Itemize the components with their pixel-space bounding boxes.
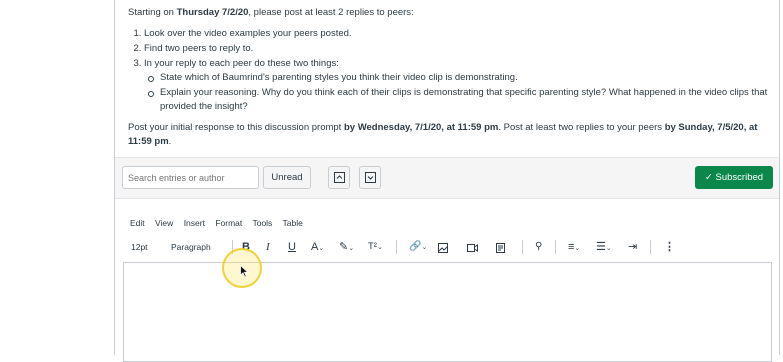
- collapse-replies-button[interactable]: [328, 166, 350, 189]
- initial-deadline: by Wednesday, 7/1/20, at 11:59 pm: [343, 122, 499, 133]
- starting-prefix: Starting on: [128, 7, 177, 18]
- check-icon: ✓: [704, 172, 716, 183]
- rich-text-editor[interactable]: [123, 262, 772, 362]
- toolbar-divider: [522, 240, 523, 254]
- mouse-pointer-icon: [240, 265, 249, 278]
- collapse-up-icon: [334, 172, 345, 183]
- substeps-list: State which of Baumrind's parenting styl…: [144, 71, 768, 114]
- step-item: Look over the video examples your peers …: [144, 27, 768, 41]
- chevron-down-icon: ⌄: [318, 245, 325, 252]
- subscribed-button[interactable]: ✓ Subscribed: [695, 166, 773, 189]
- chevron-down-icon: ⌄: [605, 245, 612, 252]
- document-glyph: [496, 242, 505, 253]
- substep-item: State which of Baumrind's parenting styl…: [148, 71, 768, 85]
- post-middle: . Post at least two replies to your peer…: [498, 122, 665, 133]
- step-item: Find two peers to reply to.: [144, 42, 768, 56]
- toolbar-divider: [650, 240, 651, 254]
- menu-view[interactable]: View: [155, 218, 173, 228]
- document-icon[interactable]: ⌄: [496, 239, 505, 268]
- chevron-down-icon: ⌄: [574, 245, 581, 252]
- toolbar-divider: [555, 240, 556, 254]
- substep-item: Explain your reasoning. Why do you think…: [148, 87, 768, 112]
- starting-line: Starting on Thursday 7/2/20, please post…: [128, 6, 768, 20]
- menu-edit[interactable]: Edit: [130, 218, 145, 228]
- image-glyph: [438, 242, 448, 253]
- search-entries-input[interactable]: [122, 166, 259, 189]
- align-icon[interactable]: ≡⌄: [568, 239, 580, 255]
- subscribed-label: Subscribed: [715, 172, 764, 183]
- steps-list: Look over the video examples your peers …: [128, 27, 768, 114]
- block-format-value: Paragraph: [171, 242, 211, 252]
- expand-down-icon: [365, 172, 376, 183]
- image-icon[interactable]: ⌄: [438, 239, 448, 268]
- content-right-border: [779, 0, 780, 355]
- menu-table[interactable]: Table: [283, 218, 303, 228]
- apps-icon[interactable]: ⚲: [535, 239, 542, 255]
- block-format-select[interactable]: Paragraph ⌄: [171, 239, 211, 268]
- editor-menubar: Edit View Insert Format Tools Table: [130, 218, 311, 228]
- post-end: .: [168, 136, 172, 147]
- step-item: In your reply to each peer do these two …: [144, 57, 768, 114]
- text-color-icon[interactable]: A⌄: [311, 239, 324, 255]
- unread-button[interactable]: Unread: [263, 166, 311, 189]
- superscript-icon[interactable]: T²⌄: [368, 239, 383, 255]
- expand-replies-button[interactable]: [359, 166, 381, 189]
- starting-date: Thursday 7/2/20: [176, 7, 249, 18]
- underline-icon[interactable]: U: [288, 239, 296, 255]
- discussion-prompt: Starting on Thursday 7/2/20, please post…: [128, 6, 768, 149]
- font-size-value: 12pt: [131, 242, 148, 252]
- chevron-down-icon: ⌄: [376, 244, 383, 251]
- bullet-list-icon[interactable]: ☰⌄: [596, 239, 612, 255]
- media-icon[interactable]: ⌄: [467, 239, 478, 268]
- step-text: In your reply to each peer do these two …: [144, 58, 339, 69]
- menu-insert[interactable]: Insert: [184, 218, 205, 228]
- chevron-down-icon: ⌄: [421, 244, 428, 251]
- deadline-line: Post your initial response to this discu…: [128, 121, 768, 149]
- chevron-down-icon: ⌄: [348, 245, 355, 252]
- link-icon[interactable]: 🔗⌄: [409, 239, 427, 255]
- menu-format[interactable]: Format: [215, 218, 242, 228]
- menu-tools[interactable]: Tools: [252, 218, 272, 228]
- media-glyph: [467, 243, 478, 252]
- italic-icon[interactable]: I: [266, 239, 270, 255]
- more-icon[interactable]: ⋮: [664, 239, 675, 255]
- post-prefix: Post your initial response to this discu…: [128, 122, 344, 133]
- highlight-icon[interactable]: ✎⌄: [339, 239, 354, 255]
- starting-suffix: , please post at least 2 replies to peer…: [248, 7, 414, 18]
- discussion-toolbar: Unread ✓ Subscribed: [115, 157, 779, 199]
- superscript-label: T²: [368, 241, 377, 252]
- font-size-select[interactable]: 12pt ⌄: [131, 239, 148, 268]
- toolbar-divider: [396, 240, 397, 254]
- indent-icon[interactable]: ⇥: [628, 239, 637, 255]
